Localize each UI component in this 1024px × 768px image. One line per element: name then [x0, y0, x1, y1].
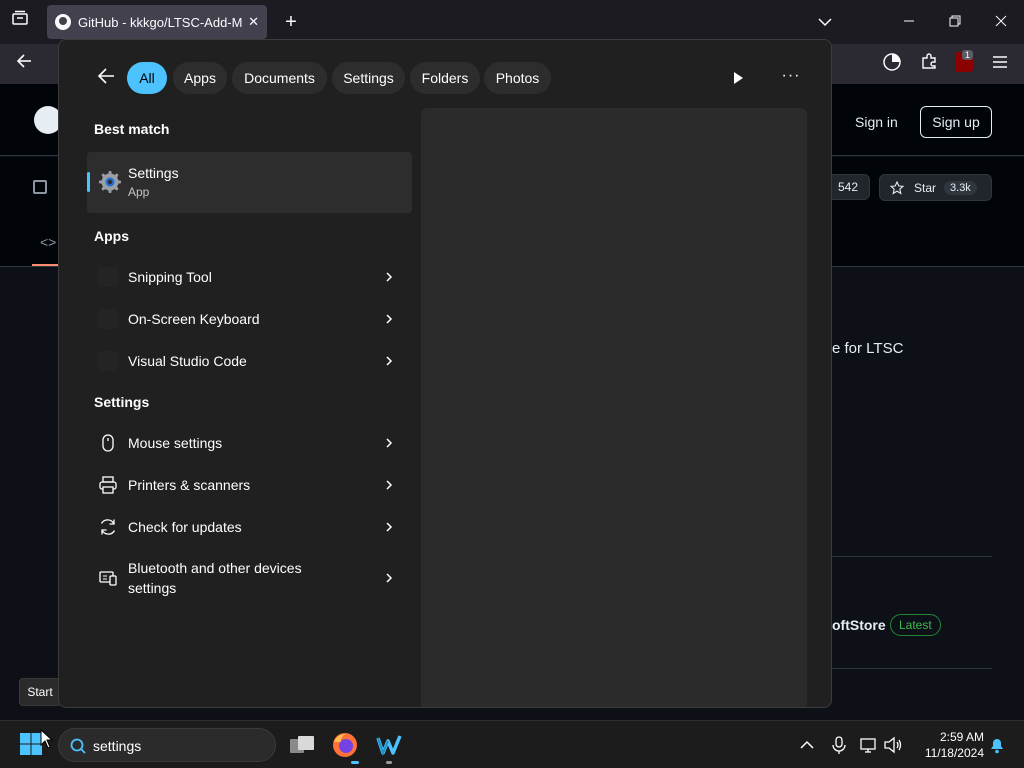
start-search-flyout: All Apps Documents Settings Folders Phot…: [58, 39, 832, 708]
chevron-right-icon[interactable]: [381, 568, 397, 588]
list-item-label: Snipping Tool: [128, 269, 212, 285]
filter-all[interactable]: All: [127, 62, 167, 94]
running-indicator: [351, 761, 359, 764]
keyboard-icon: [98, 309, 118, 329]
browser-tab-bar: GitHub - kkkgo/LTSC-Add-Mic ✕ +: [0, 0, 1024, 44]
menu-hamburger-icon[interactable]: [988, 52, 1012, 76]
github-favicon-icon: [55, 14, 71, 30]
settings-heading: Settings: [94, 394, 150, 410]
star-icon: [890, 180, 904, 195]
windsurf-app-icon[interactable]: [375, 731, 403, 759]
list-item-label: Check for updates: [128, 519, 242, 535]
list-item-visual-studio-code[interactable]: Visual Studio Code: [87, 341, 412, 381]
release-name[interactable]: oftStore: [832, 617, 886, 633]
fork-count[interactable]: 542: [826, 174, 870, 200]
list-item-label: Mouse settings: [128, 435, 223, 451]
tab-list-icon[interactable]: [8, 10, 32, 34]
search-icon: [70, 738, 86, 754]
best-match-name: Settings: [128, 165, 179, 181]
chevron-right-icon[interactable]: [381, 517, 397, 537]
preview-pane: [421, 108, 807, 707]
star-label: Star: [914, 180, 937, 195]
star-count: 3.3k: [944, 180, 977, 195]
task-view-icon[interactable]: [288, 731, 316, 759]
list-item-bluetooth-devices[interactable]: Bluetooth and other devices settings: [87, 556, 412, 600]
running-indicator: [386, 761, 392, 764]
chevron-up-icon[interactable]: [797, 735, 817, 755]
microphone-icon[interactable]: [829, 735, 849, 755]
sign-up-button[interactable]: Sign up: [920, 106, 992, 138]
best-match-type: App: [128, 185, 150, 199]
gear-icon: [99, 171, 121, 193]
code-tab-icon[interactable]: <>: [40, 234, 56, 250]
filter-documents[interactable]: Documents: [232, 62, 327, 94]
filter-photos[interactable]: Photos: [484, 62, 551, 94]
mouse-icon: [102, 434, 114, 452]
chevron-right-icon[interactable]: [381, 309, 397, 329]
list-item-label: Printers & scanners: [128, 477, 251, 493]
new-tab-button[interactable]: +: [280, 10, 302, 34]
clock-date: 11/18/2024: [924, 746, 984, 760]
list-item-snipping-tool[interactable]: Snipping Tool: [87, 257, 412, 297]
list-item-label: Visual Studio Code: [128, 353, 247, 369]
chevron-right-icon[interactable]: [381, 475, 397, 495]
list-item-on-screen-keyboard[interactable]: On-Screen Keyboard: [87, 299, 412, 339]
taskbar-search-box[interactable]: [58, 728, 276, 762]
network-icon[interactable]: [859, 735, 879, 755]
star-button[interactable]: Star 3.3k: [879, 174, 992, 201]
selection-indicator: [87, 172, 90, 192]
firefox-icon[interactable]: [331, 731, 359, 759]
close-window-icon[interactable]: [989, 10, 1013, 34]
repo-description: e for LTSC: [832, 340, 904, 357]
best-match-settings[interactable]: Settings App: [87, 152, 412, 213]
list-item-label-line1: Bluetooth and other devices: [128, 560, 302, 576]
chevron-right-icon[interactable]: [381, 351, 397, 371]
filter-settings[interactable]: Settings: [332, 62, 405, 94]
notification-bell-icon[interactable]: [987, 735, 1007, 755]
close-tab-icon[interactable]: ✕: [248, 14, 259, 30]
firefox-account-icon[interactable]: [880, 52, 904, 76]
play-more-filters-icon[interactable]: [729, 68, 747, 88]
taskbar: 2:59 AM 11/18/2024: [0, 720, 1024, 768]
list-item-mouse-settings[interactable]: Mouse settings: [87, 423, 412, 463]
apps-heading: Apps: [94, 228, 129, 244]
minimize-window-icon[interactable]: [897, 10, 921, 34]
ublock-count-badge: 1: [962, 50, 974, 60]
filter-apps[interactable]: Apps: [173, 62, 227, 94]
vscode-icon: [98, 351, 118, 371]
start-tooltip: Start: [19, 678, 61, 706]
volume-icon[interactable]: [883, 735, 903, 755]
divider: [832, 556, 992, 557]
chevron-right-icon[interactable]: [381, 267, 397, 287]
list-item-label: On-Screen Keyboard: [128, 311, 260, 327]
tab-overflow-chevron-icon[interactable]: [813, 10, 837, 34]
filter-folders[interactable]: Folders: [410, 62, 480, 94]
list-item-label: Bluetooth and other devices settings: [128, 558, 302, 598]
browser-tab-github[interactable]: GitHub - kkkgo/LTSC-Add-Mic ✕: [47, 5, 267, 39]
chevron-right-icon[interactable]: [381, 433, 397, 453]
bluetooth-devices-icon: [99, 571, 117, 586]
back-arrow-icon[interactable]: [12, 52, 36, 76]
code-tab-underline: [32, 264, 58, 266]
latest-release-badge: Latest: [890, 614, 941, 636]
list-item-printers-scanners[interactable]: Printers & scanners: [87, 465, 412, 505]
snipping-tool-icon: [98, 267, 118, 287]
clock-time: 2:59 AM: [939, 730, 984, 744]
divider: [832, 668, 992, 669]
mouse-pointer-icon: [40, 729, 54, 749]
list-item-check-for-updates[interactable]: Check for updates: [87, 507, 412, 547]
system-clock[interactable]: 2:59 AM 11/18/2024: [914, 729, 984, 761]
list-item-label-line2: settings: [128, 580, 177, 596]
update-icon: [100, 519, 116, 535]
restore-window-icon[interactable]: [943, 10, 967, 34]
best-match-heading: Best match: [94, 121, 170, 137]
tab-title: GitHub - kkkgo/LTSC-Add-Mic: [78, 14, 243, 30]
sign-in-link[interactable]: Sign in: [855, 114, 898, 130]
printer-icon: [99, 476, 117, 494]
extensions-puzzle-icon[interactable]: [917, 52, 941, 76]
back-arrow-icon[interactable]: [95, 67, 117, 89]
more-options-button[interactable]: ···: [779, 66, 803, 90]
repo-icon: [33, 180, 47, 194]
search-input[interactable]: [93, 735, 263, 757]
